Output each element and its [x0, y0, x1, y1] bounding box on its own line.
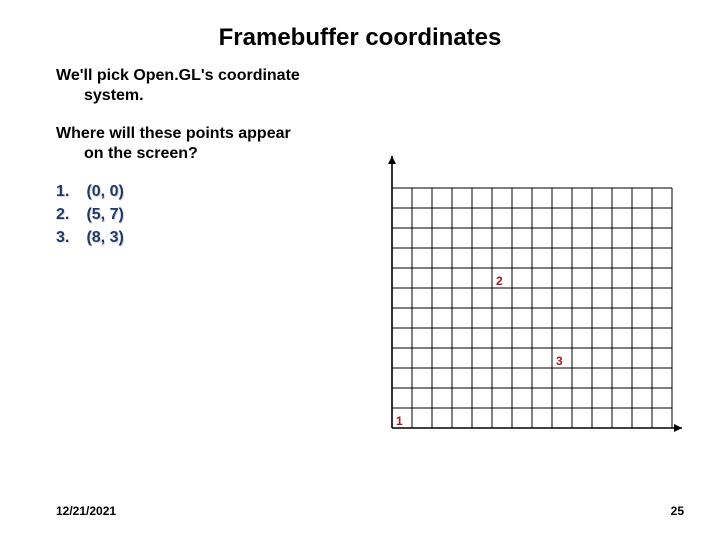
slide-footer: 12/21/2021 25: [56, 504, 684, 518]
slide-title: Framebuffer coordinates: [0, 0, 720, 66]
item-coord: (0, 0): [82, 183, 123, 200]
intro-paragraph: We'll pick Open.GL's coordinate system.: [56, 66, 396, 106]
item-coord: (8, 3): [82, 229, 123, 246]
item-number: 3.: [56, 228, 78, 249]
question-paragraph: Where will these points appear on the sc…: [56, 124, 396, 164]
intro-line2: system.: [56, 86, 396, 106]
question-line1: Where will these points appear: [56, 125, 291, 142]
coordinate-grid: 1 2 3: [382, 148, 692, 448]
grid-point-label-2: 2: [496, 274, 503, 288]
item-number: 2.: [56, 205, 78, 226]
grid-point-label-3: 3: [556, 354, 563, 368]
item-coord: (5, 7): [82, 206, 123, 223]
question-line2: on the screen?: [56, 144, 396, 164]
grid-svg: [382, 148, 692, 448]
intro-line1: We'll pick Open.GL's coordinate: [56, 67, 300, 84]
grid-point-label-1: 1: [396, 414, 403, 428]
item-number: 1.: [56, 182, 78, 203]
footer-page-number: 25: [671, 504, 684, 518]
footer-date: 12/21/2021: [56, 504, 116, 518]
